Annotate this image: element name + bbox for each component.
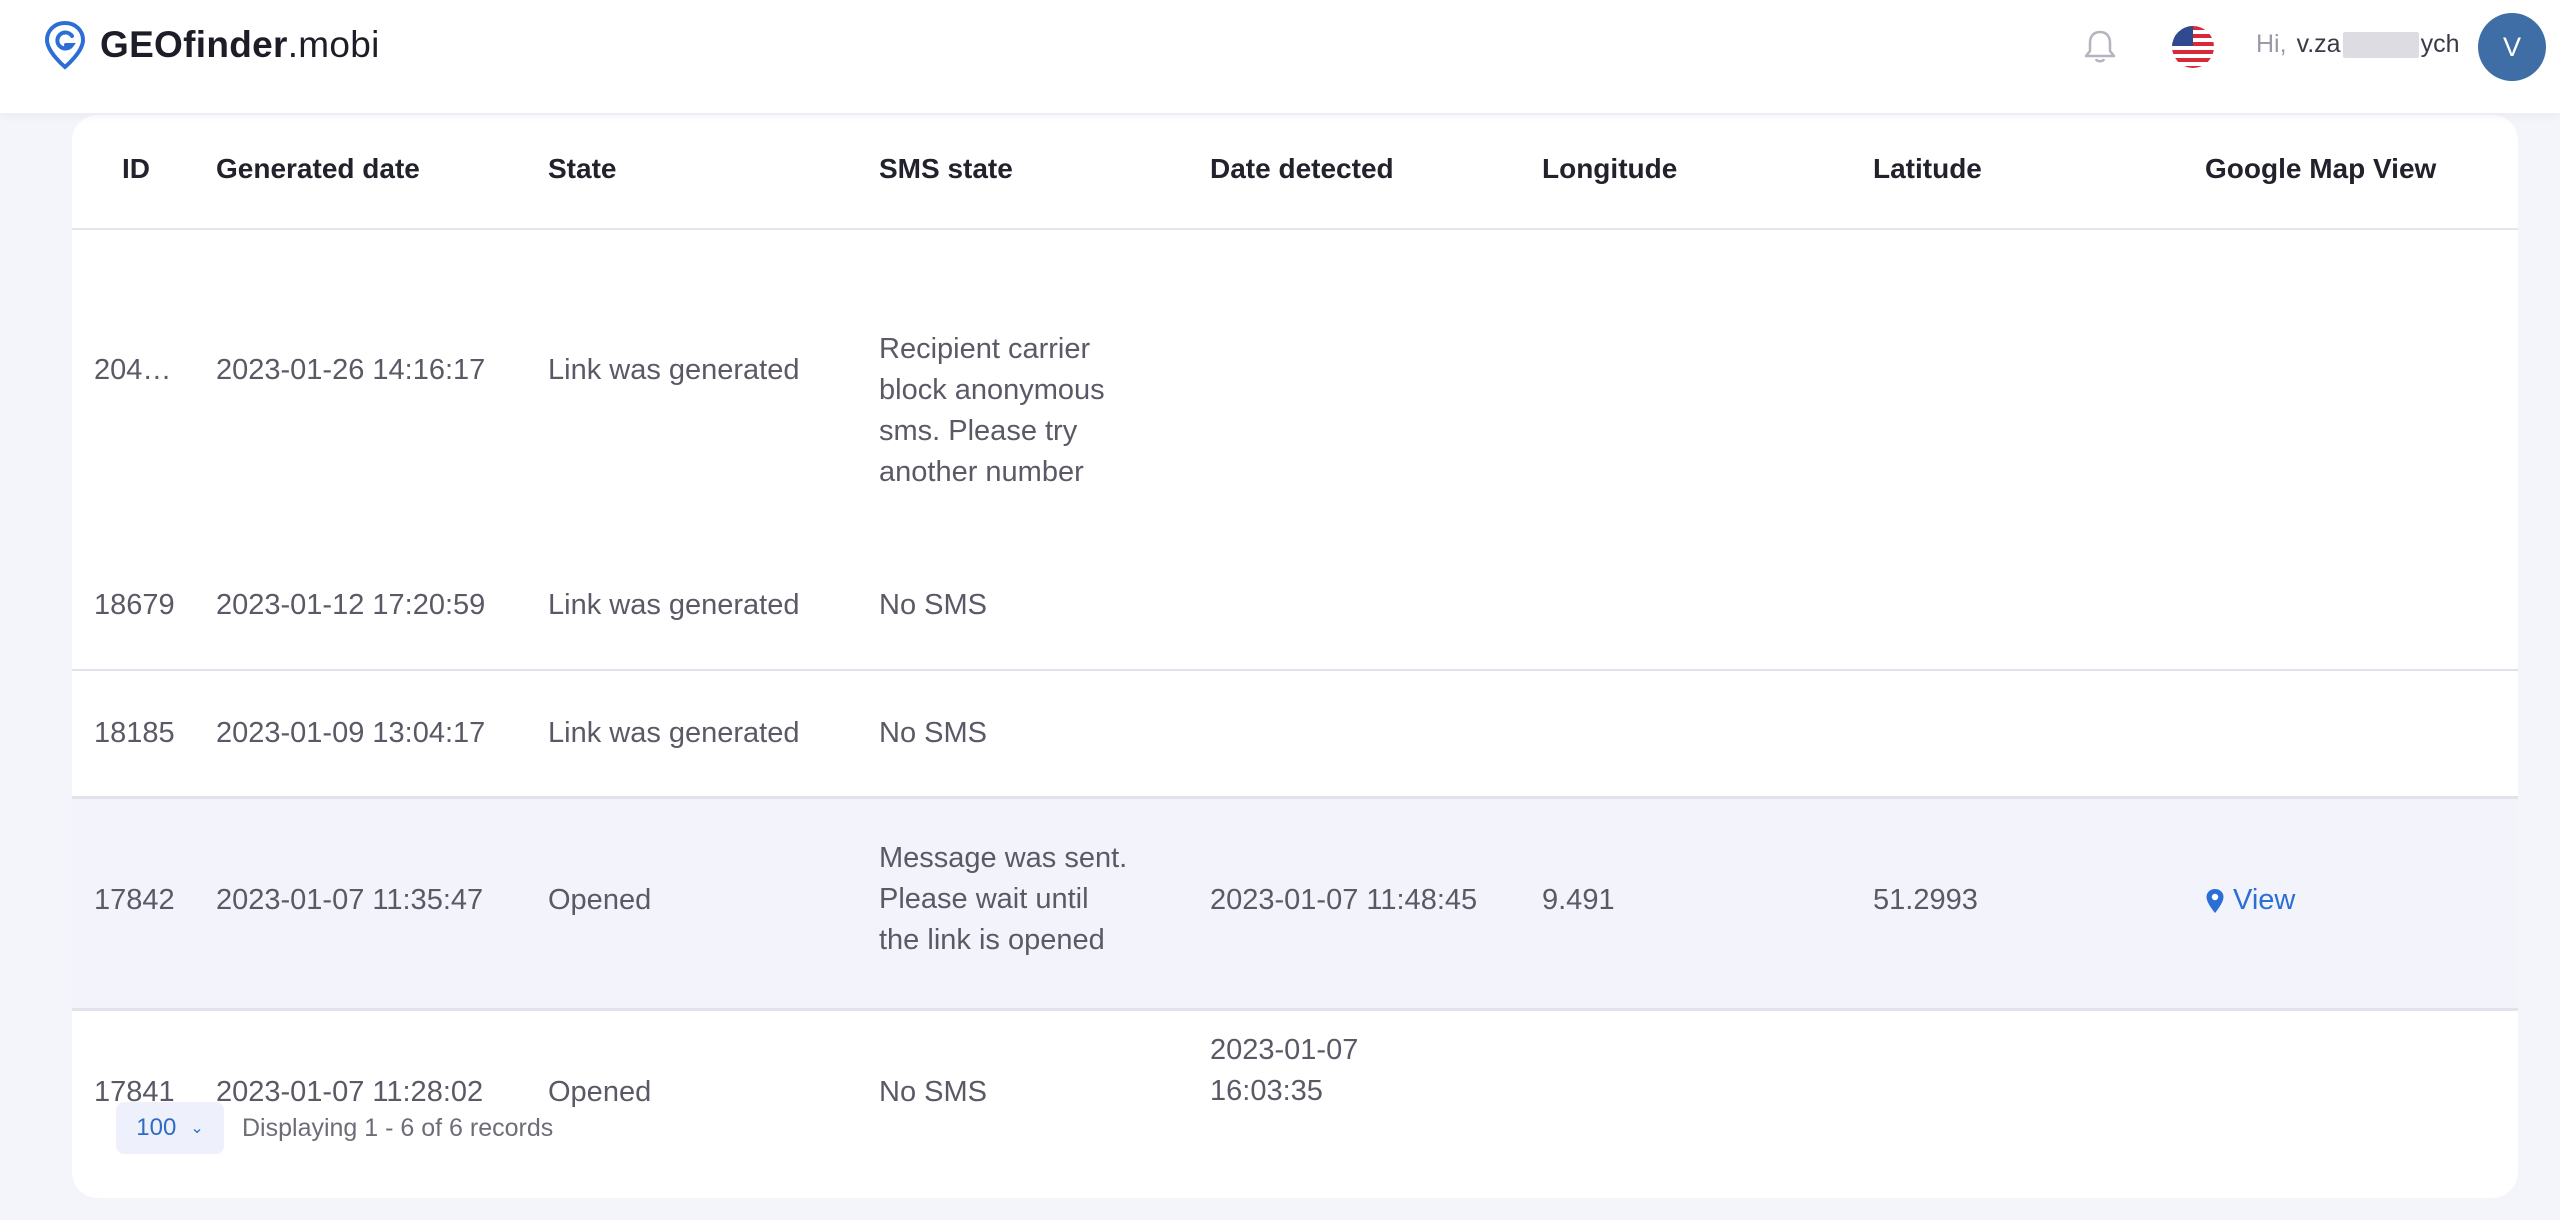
page-size-value: 100 xyxy=(136,1114,177,1141)
cell-generated-date: 2023-01-07 11:35:47 xyxy=(216,884,484,916)
table-row: 204… 2023-01-26 14:16:17 Link was genera… xyxy=(72,230,2518,546)
cell-sms-state: Recipient carrier block anonymous sms. P… xyxy=(879,333,1105,488)
bell-icon[interactable] xyxy=(2080,26,2120,66)
cell-sms-state: Message was sent. Please wait until the … xyxy=(879,842,1128,956)
table-row: 18679 2023-01-12 17:20:59 Link was gener… xyxy=(72,543,2518,672)
cell-sms-state: No SMS xyxy=(879,717,987,749)
avatar[interactable]: V xyxy=(2478,13,2546,81)
cell-generated-date: 2023-01-12 17:20:59 xyxy=(216,589,486,621)
cell-state: Link was generated xyxy=(548,354,800,386)
cell-id: 18185 xyxy=(94,717,175,749)
brand-name: GEOfinder.mobi xyxy=(100,24,380,65)
top-header: GEOfinder.mobi Hi, v.za ych V xyxy=(0,0,2560,113)
cell-id: 204… xyxy=(94,354,172,386)
redaction-bar xyxy=(2342,31,2419,58)
greeting-label: Hi, xyxy=(2256,30,2287,58)
cell-state: Opened xyxy=(548,1076,652,1108)
cell-state: Link was generated xyxy=(548,589,800,621)
page-size-select[interactable]: 100 ⌄ xyxy=(116,1102,224,1154)
records-card: ID Generated date State SMS state Date d… xyxy=(72,115,2518,1198)
cell-generated-date: 2023-01-09 13:04:17 xyxy=(216,717,486,749)
location-pin-icon xyxy=(44,20,86,70)
column-google-map-view: Google Map View xyxy=(2205,153,2437,184)
cell-state: Link was generated xyxy=(548,717,800,749)
table-row[interactable]: 17842 2023-01-07 11:35:47 Opened Message… xyxy=(72,799,2518,1011)
cell-date-detected: 2023-01-07 16:03:35 xyxy=(1210,1034,1359,1107)
column-sms-state: SMS state xyxy=(879,153,1013,184)
chevron-down-icon: ⌄ xyxy=(190,1120,204,1137)
cell-sms-state: No SMS xyxy=(879,1076,987,1108)
cell-id: 17842 xyxy=(94,884,175,916)
column-date-detected: Date detected xyxy=(1210,153,1394,184)
cell-id: 18679 xyxy=(94,589,175,621)
cell-generated-date: 2023-01-26 14:16:17 xyxy=(216,354,486,386)
us-flag-icon[interactable] xyxy=(2172,26,2214,68)
table-header: ID Generated date State SMS state Date d… xyxy=(72,115,2518,230)
column-generated-date: Generated date xyxy=(216,153,420,184)
pagination-footer: 100 ⌄ Displaying 1 - 6 of 6 records xyxy=(116,1102,553,1154)
cell-longitude: 9.491 xyxy=(1542,884,1615,916)
table-row: 18185 2023-01-09 13:04:17 Link was gener… xyxy=(72,671,2518,799)
username-end: ych xyxy=(2420,30,2460,58)
map-pin-icon xyxy=(2206,888,2224,913)
cell-state: Opened xyxy=(548,884,652,916)
cell-latitude: 51.2993 xyxy=(1873,884,1978,916)
cell-date-detected: 2023-01-07 11:48:45 xyxy=(1210,884,1478,916)
records-summary: Displaying 1 - 6 of 6 records xyxy=(242,1113,554,1142)
brand-logo[interactable]: GEOfinder.mobi xyxy=(44,20,380,70)
column-state: State xyxy=(548,153,617,184)
column-id: ID xyxy=(122,153,150,184)
cell-sms-state: No SMS xyxy=(879,589,987,621)
table-row: 17841 2023-01-07 11:28:02 Opened No SMS … xyxy=(72,1011,2518,1108)
user-greeting: Hi, v.za ych xyxy=(2256,30,2459,59)
column-longitude: Longitude xyxy=(1542,153,1678,184)
username-start: v.za xyxy=(2296,30,2341,58)
column-latitude: Latitude xyxy=(1873,153,1982,184)
map-view-link[interactable]: View xyxy=(2205,880,2295,921)
map-view-label: View xyxy=(2233,884,2296,916)
